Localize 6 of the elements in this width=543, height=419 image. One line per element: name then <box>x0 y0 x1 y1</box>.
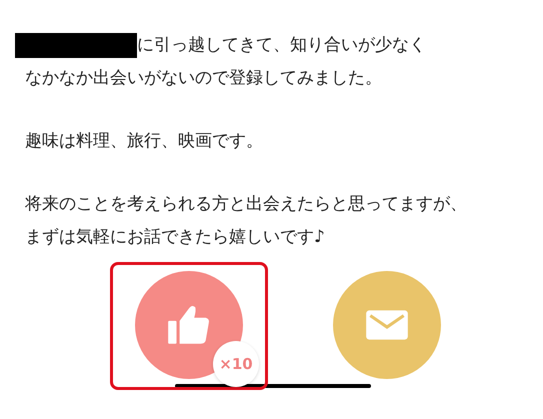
profile-text-line: まずは気軽にお話できたら嬉しいです♪ <box>25 226 325 249</box>
profile-text-line: なかなか出会いがないので登録してみました。 <box>25 67 382 90</box>
like-count-badge: ×10 <box>213 341 259 387</box>
profile-text-line: 趣味は料理、旅行、映画です。 <box>25 130 263 153</box>
profile-text-line: に引っ越してきて、知り合いが少なく <box>137 34 426 57</box>
profile-text-line: 将来のことを考えられる方と出会えたらと思ってますが、 <box>25 193 467 216</box>
